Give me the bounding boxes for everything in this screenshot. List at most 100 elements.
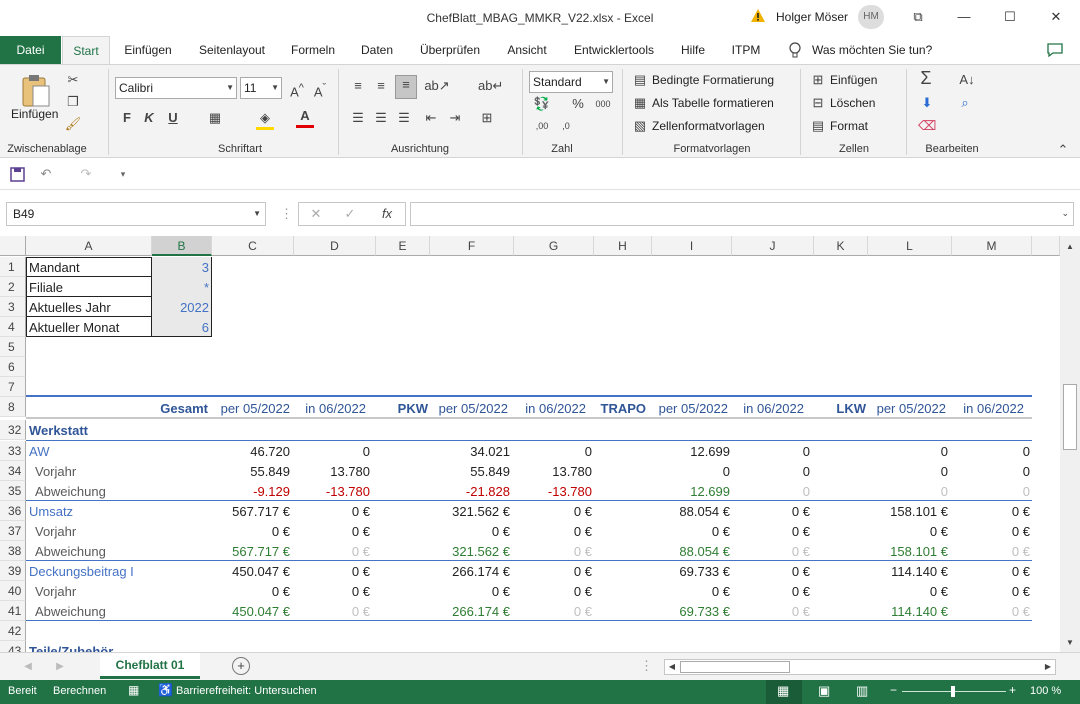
value-cell-j[interactable]: 0 € (732, 521, 810, 541)
value-cell-d[interactable]: 0 € (294, 501, 370, 521)
value-cell-i[interactable]: 69.733 € (652, 601, 730, 621)
value-cell-m[interactable]: 0 € (952, 521, 1030, 541)
value-cell-m[interactable]: 0 (952, 461, 1030, 481)
collapse-ribbon-icon[interactable]: ⌃ (1054, 141, 1072, 159)
font-name-select[interactable]: Calibri ▼ (115, 77, 237, 99)
page-layout-icon[interactable]: ▣ (818, 683, 830, 699)
scroll-up-icon[interactable]: ▲ (1062, 238, 1078, 256)
tab-ueberpruefen[interactable]: Überprüfen (412, 36, 488, 64)
cell-styles-icon[interactable]: ▧ (632, 117, 648, 135)
scroll-thumb[interactable] (1063, 384, 1077, 450)
value-cell-l[interactable]: 0 (868, 481, 948, 501)
row-header[interactable]: 1 (0, 257, 26, 277)
value-cell-i[interactable]: 69.733 € (652, 561, 730, 581)
bold-button[interactable]: F (120, 109, 134, 127)
param-value[interactable]: 2022 (152, 297, 209, 317)
row-header[interactable]: 41 (0, 601, 26, 621)
value-cell-d[interactable]: 0 (294, 441, 370, 461)
accessibility-icon[interactable]: ♿ (158, 683, 173, 697)
value-cell-g[interactable]: 0 € (514, 541, 592, 561)
warning-icon[interactable] (750, 8, 766, 24)
sub-row-label[interactable]: Vorjahr (35, 461, 185, 481)
value-cell-j[interactable]: 0 € (732, 561, 810, 581)
row-label[interactable]: Deckungsbeitrag I (29, 561, 179, 581)
value-cell-l[interactable]: 0 € (868, 581, 948, 601)
row-header[interactable]: 33 (0, 441, 26, 461)
value-cell-f[interactable]: 0 € (430, 581, 510, 601)
expand-formula-icon[interactable]: ⌄ (1061, 208, 1069, 219)
font-size-select[interactable]: 11 ▼ (240, 77, 282, 99)
column-header[interactable]: G (514, 236, 594, 256)
column-header[interactable]: H (594, 236, 652, 256)
value-cell-i[interactable]: 0 € (652, 581, 730, 601)
value-cell-j[interactable]: 0 € (732, 581, 810, 601)
scroll-down-icon[interactable]: ▼ (1062, 634, 1078, 652)
row-header[interactable]: 4 (0, 317, 26, 337)
column-header[interactable]: I (652, 236, 732, 256)
row-header[interactable]: 2 (0, 277, 26, 297)
accessibility-status[interactable]: Barrierefreiheit: Untersuchen (176, 685, 317, 697)
save-icon[interactable] (10, 167, 25, 182)
value-cell-d[interactable]: 13.780 (294, 461, 370, 481)
row-header[interactable]: 35 (0, 481, 26, 501)
row-header[interactable]: 8 (0, 397, 26, 417)
paste-button[interactable]: Einfügen (11, 107, 58, 121)
zoom-level[interactable]: 100 % (1030, 685, 1061, 697)
section-title[interactable]: Werkstatt (29, 420, 149, 440)
value-cell-c[interactable]: 450.047 € (212, 561, 290, 581)
shrink-font-icon[interactable]: Aˇ (312, 79, 328, 101)
value-cell-d[interactable]: 0 € (294, 521, 370, 541)
value-cell-c[interactable]: 55.849 (212, 461, 290, 481)
tab-einfuegen[interactable]: Einfügen (116, 36, 180, 64)
format-as-table-icon[interactable]: ▦ (632, 94, 648, 112)
increase-indent-icon[interactable]: ⇥ (446, 109, 464, 127)
formula-input[interactable]: ⌄ (410, 202, 1074, 226)
format-as-table-button[interactable]: Als Tabelle formatieren (652, 96, 774, 110)
accounting-format-icon[interactable]: 💱 (532, 95, 552, 113)
paste-icon[interactable] (20, 73, 52, 109)
value-cell-f[interactable]: 266.174 € (430, 601, 510, 621)
tab-formeln[interactable]: Formeln (284, 36, 342, 64)
merge-center-icon[interactable]: ⊞ (478, 109, 496, 127)
column-header[interactable]: J (732, 236, 814, 256)
user-name[interactable]: Holger Möser (776, 10, 848, 24)
param-value[interactable]: 3 (152, 257, 209, 277)
value-cell-m[interactable]: 0 € (952, 561, 1030, 581)
normal-view-icon[interactable]: ▦ (777, 683, 789, 699)
percent-icon[interactable]: % (570, 95, 586, 113)
enter-icon[interactable]: ✓ (342, 205, 358, 223)
value-cell-c[interactable]: 450.047 € (212, 601, 290, 621)
align-bottom-icon[interactable]: ≡ (395, 75, 417, 99)
italic-button[interactable]: K (142, 109, 156, 127)
header-in[interactable]: in 06/2022 (294, 398, 366, 418)
header-in[interactable]: in 06/2022 (514, 398, 586, 418)
tab-seitenlayout[interactable]: Seitenlayout (192, 36, 272, 64)
decrease-decimal-icon[interactable]: ,0 (556, 117, 576, 135)
row-header[interactable]: 34 (0, 461, 26, 481)
align-center-icon[interactable]: ☰ (373, 109, 389, 127)
value-cell-l[interactable]: 0 € (868, 521, 948, 541)
increase-decimal-icon[interactable]: ,00 (532, 117, 552, 135)
autosum-icon[interactable]: Σ (916, 69, 936, 87)
header-pkw[interactable]: PKW (376, 398, 428, 418)
orientation-icon[interactable]: ab↗ (424, 77, 450, 95)
value-cell-c[interactable]: 0 € (212, 581, 290, 601)
align-middle-icon[interactable]: ≡ (373, 77, 389, 95)
undo-icon[interactable]: ↶ (36, 165, 56, 183)
tab-datei[interactable]: Datei (0, 36, 61, 64)
format-painter-icon[interactable]: 🖌 (64, 115, 82, 133)
delete-cells-button[interactable]: Löschen (830, 96, 875, 110)
value-cell-i[interactable]: 12.699 (652, 481, 730, 501)
worksheet-grid[interactable]: A B C D E F G H I J K L M 1 2 3 4 Mandan… (0, 236, 1060, 652)
conditional-format-icon[interactable]: ▤ (632, 71, 648, 89)
value-cell-c[interactable]: 46.720 (212, 441, 290, 461)
insert-cells-button[interactable]: Einfügen (830, 73, 877, 87)
header-gesamt[interactable]: Gesamt (140, 398, 208, 418)
tab-itpm[interactable]: ITPM (724, 36, 768, 64)
name-box[interactable]: B49 ▼ (6, 202, 266, 226)
value-cell-g[interactable]: 0 € (514, 501, 592, 521)
value-cell-d[interactable]: 0 € (294, 581, 370, 601)
value-cell-f[interactable]: 321.562 € (430, 541, 510, 561)
column-header[interactable]: L (868, 236, 952, 256)
column-header[interactable]: D (294, 236, 376, 256)
